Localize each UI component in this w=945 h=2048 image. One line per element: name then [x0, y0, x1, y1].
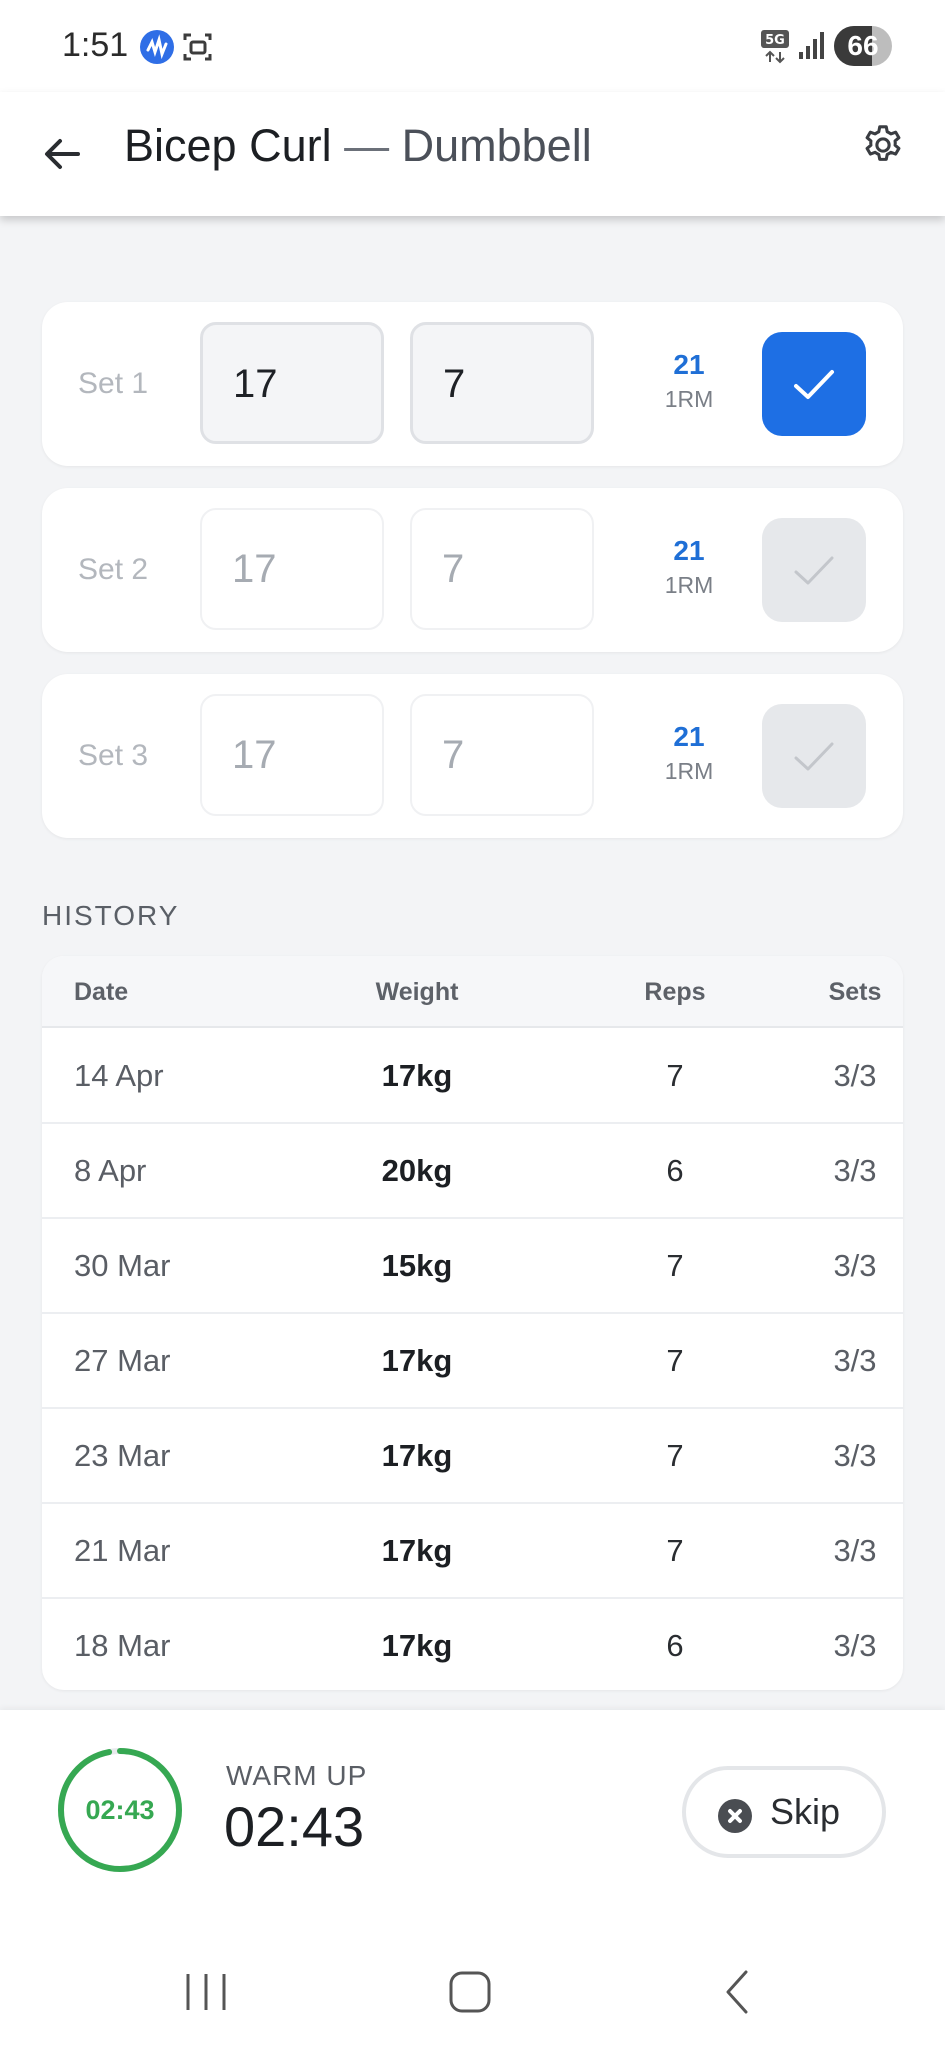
timer-value: 02:43 [224, 1795, 365, 1858]
cell-date: 21 Mar [74, 1533, 171, 1568]
weight-input[interactable]: 17 [200, 694, 384, 816]
equipment-name: Dumbbell [401, 120, 592, 171]
rest-timer-bar: 02:43 WARM UP 02:43 Skip [0, 1710, 945, 1932]
one-rm-label: 1RM [664, 572, 714, 598]
reps-input[interactable]: 7 [410, 322, 594, 444]
column-header-date: Date [74, 978, 129, 1006]
cell-weight: 17kg [381, 1533, 453, 1568]
cell-date: 14 Apr [74, 1058, 164, 1093]
set-card-2: Set 2 17 7 21 1RM [42, 488, 903, 652]
battery-level: 66 [847, 30, 879, 61]
one-rm-value: 21 [673, 349, 705, 380]
arrow-left-icon[interactable] [40, 132, 84, 176]
title-separator: — [344, 120, 390, 171]
complete-set-button[interactable] [762, 332, 866, 436]
check-icon [794, 742, 834, 771]
cell-date: 27 Mar [74, 1343, 171, 1378]
table-row: 14 Apr 17kg 7 3/3 [42, 1029, 903, 1124]
table-header: Date Weight Reps Sets [42, 956, 903, 1028]
cell-sets: 3/3 [833, 1248, 877, 1283]
status-bar: 1:51 5G 66 [0, 0, 945, 92]
one-rm-value: 21 [673, 721, 705, 752]
gear-icon[interactable] [860, 122, 906, 168]
cell-date: 30 Mar [74, 1248, 171, 1283]
column-header-reps: Reps [644, 978, 706, 1006]
table-row: 18 Mar 17kg 6 3/3 [42, 1599, 903, 1690]
history-table: Date Weight Reps Sets 14 Apr 17kg 7 3/3 8 Ap… [42, 956, 903, 1690]
svg-text:5G: 5G [765, 33, 785, 48]
cell-weight: 17kg [381, 1438, 453, 1473]
page-title: Bicep Curl — Dumbbell [124, 116, 592, 176]
cell-sets: 3/3 [833, 1153, 877, 1188]
battery-icon: 66 [834, 26, 892, 66]
cell-reps: 6 [666, 1628, 684, 1663]
check-icon [794, 556, 834, 585]
weight-input[interactable]: 17 [200, 322, 384, 444]
reps-input[interactable]: 7 [410, 694, 594, 816]
reps-input[interactable]: 7 [410, 508, 594, 630]
one-rm: 21 1RM [642, 350, 736, 414]
one-rm: 21 1RM [642, 536, 736, 600]
complete-set-button[interactable] [762, 704, 866, 808]
timer-label: WARM UP [226, 1760, 368, 1791]
complete-set-button[interactable] [762, 518, 866, 622]
set-label: Set 2 [78, 553, 149, 586]
cell-weight: 17kg [381, 1058, 453, 1093]
app-bar: Bicep Curl — Dumbbell [0, 92, 945, 216]
column-header-sets: Sets [828, 978, 882, 1006]
table-row: 30 Mar 15kg 7 3/3 [42, 1219, 903, 1314]
set-card-1: Set 1 17 7 21 1RM [42, 302, 903, 466]
check-icon [794, 370, 834, 399]
close-circle-icon [718, 1799, 752, 1833]
cell-sets: 3/3 [833, 1438, 877, 1473]
table-row: 23 Mar 17kg 7 3/3 [42, 1409, 903, 1504]
cell-sets: 3/3 [833, 1533, 877, 1568]
cell-reps: 7 [666, 1438, 684, 1473]
cell-date: 8 Apr [74, 1153, 147, 1188]
timer-ring-text: 02:43 [85, 1795, 155, 1825]
cell-sets: 3/3 [833, 1628, 877, 1663]
one-rm-label: 1RM [664, 386, 714, 412]
cell-reps: 7 [666, 1248, 684, 1283]
cell-weight: 20kg [381, 1153, 453, 1188]
weight-input[interactable]: 17 [200, 508, 384, 630]
app-notification-icon [140, 30, 174, 64]
signal-icon [798, 30, 826, 60]
table-row: 21 Mar 17kg 7 3/3 [42, 1504, 903, 1599]
one-rm-value: 21 [673, 535, 705, 566]
cell-date: 23 Mar [74, 1438, 171, 1473]
history-title: HISTORY [42, 900, 180, 931]
skip-label: Skip [770, 1791, 841, 1832]
cell-reps: 7 [666, 1343, 684, 1378]
one-rm-label: 1RM [664, 758, 714, 784]
screenshot-icon [182, 31, 214, 63]
home-icon[interactable] [448, 1970, 492, 2014]
cell-date: 18 Mar [74, 1628, 171, 1663]
cell-reps: 7 [666, 1533, 684, 1568]
cell-weight: 17kg [381, 1343, 453, 1378]
exercise-name: Bicep Curl [124, 120, 332, 171]
table-row: 27 Mar 17kg 7 3/3 [42, 1314, 903, 1409]
cell-sets: 3/3 [833, 1343, 877, 1378]
one-rm: 21 1RM [642, 722, 736, 786]
cell-weight: 17kg [381, 1628, 453, 1663]
table-row: 8 Apr 20kg 6 3/3 [42, 1124, 903, 1219]
set-label: Set 1 [78, 367, 149, 400]
set-label: Set 3 [78, 739, 149, 772]
nav-back-icon[interactable] [716, 1970, 760, 2014]
cell-sets: 3/3 [833, 1058, 877, 1093]
system-nav-bar [0, 1932, 945, 2048]
cell-reps: 7 [666, 1058, 684, 1093]
cell-weight: 15kg [381, 1248, 453, 1283]
recent-apps-icon[interactable] [184, 1970, 228, 2014]
cell-reps: 6 [666, 1153, 684, 1188]
column-header-weight: Weight [375, 978, 459, 1006]
set-card-3: Set 3 17 7 21 1RM [42, 674, 903, 838]
status-time: 1:51 [62, 26, 129, 64]
5g-icon: 5G [760, 28, 790, 64]
skip-button[interactable]: Skip [682, 1766, 886, 1858]
